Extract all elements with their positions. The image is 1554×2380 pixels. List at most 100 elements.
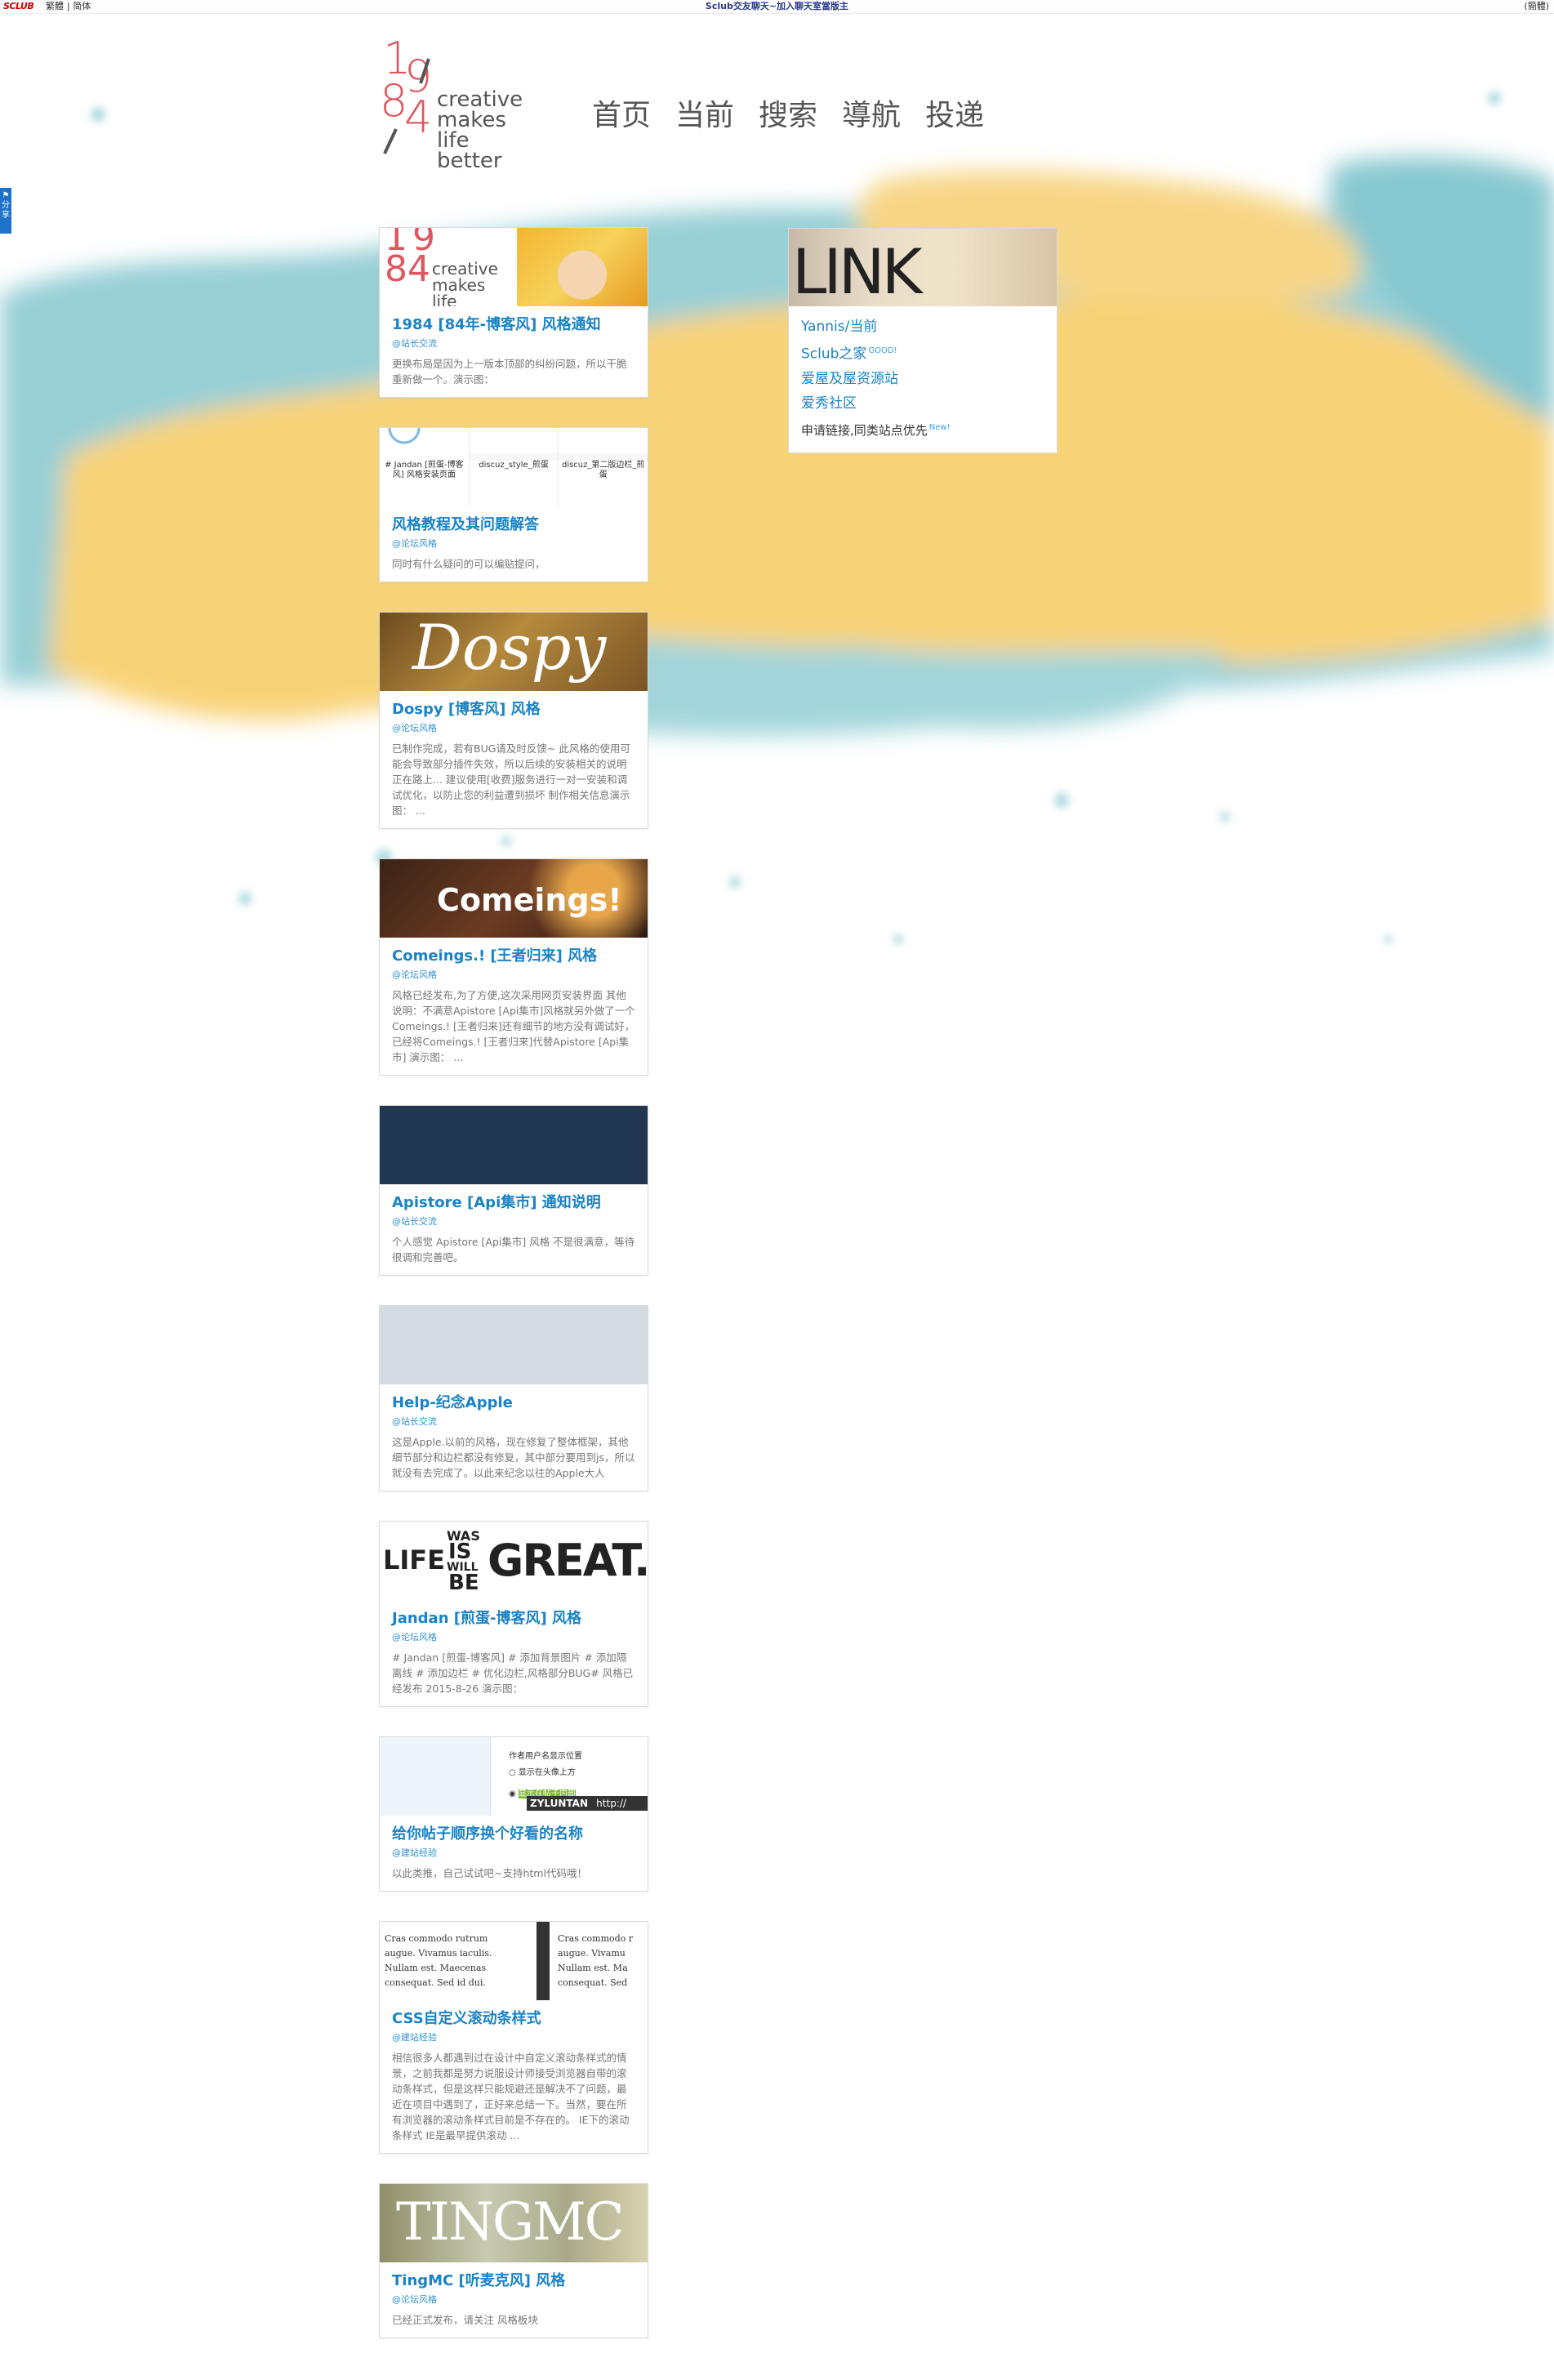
post-category[interactable]: @论坛风格: [392, 721, 635, 734]
thumb-tagline: creative: [432, 259, 498, 279]
post-card[interactable]: 19 84 creative makes life 1984 [84年-博客风]…: [379, 227, 648, 398]
post-thumbnail: TINGMC: [380, 2184, 648, 2262]
post-excerpt: 个人感觉 Apistore [Api集市] 风格 不是很满意，等待很调和完善吧。: [392, 1236, 635, 1264]
friend-link-item[interactable]: 爱屋及屋资源站: [801, 367, 1044, 391]
watermark-text: http://: [596, 1798, 626, 1809]
gallery-spinner-icon: [388, 428, 421, 444]
post-thumbnail: Cras commodo rutrum augue. Vivamus iacul…: [380, 1922, 648, 2000]
friend-link-item[interactable]: Sclub之家 GOOD!: [801, 339, 1044, 367]
post-excerpt: 更换布局是因为上一版本顶部的纠纷问题，所以干脆重新做一个。演示图：: [392, 358, 627, 386]
radio-icon: ◉: [509, 1789, 516, 1798]
links-banner: LINK: [789, 229, 1057, 306]
post-excerpt: # Jandan [煎蛋-博客风] # 添加背景图片 # 添加隔离线 # 添加边…: [392, 1651, 634, 1695]
watermark-text: ZYLUNTAN: [530, 1798, 588, 1809]
site-logo[interactable]: 1 9 8 4 creative makes life better: [380, 33, 527, 180]
thumb-tagline: life: [432, 292, 457, 306]
post-title[interactable]: 给你帖子顺序换个好看的名称: [392, 1825, 635, 1843]
post-thumbnail: Comeings!: [380, 859, 648, 938]
gallery-item: discuz_第二版边栏_煎蛋: [559, 428, 648, 506]
post-excerpt: 风格已经发布,为了方便,这次采用网页安装界面 其他说明：不满意Apistore …: [392, 989, 635, 1063]
nav-navigate[interactable]: 導航: [842, 91, 901, 134]
post-category[interactable]: @站长交流: [392, 1215, 635, 1228]
thumb-word: BE: [448, 1571, 479, 1595]
friend-link-item[interactable]: 爱秀社区: [801, 391, 1044, 416]
custom-scrollbar: [537, 1922, 550, 2000]
post-excerpt: 已制作完成，若有BUG请及时反馈~ 此风格的使用可能会导致部分插件失效，所以后续…: [392, 742, 630, 817]
gallery-caption: # Jandan [煎蛋-博客风] 风格安装页面: [385, 461, 464, 479]
post-category[interactable]: @建站经验: [392, 1846, 635, 1859]
main-nav: 首页 当前 搜索 導航 投递: [592, 91, 984, 134]
post-title[interactable]: Comeings.! [王者归来] 风格: [392, 947, 635, 965]
friend-link-label[interactable]: 爱秀社区: [801, 395, 857, 412]
friend-link-item[interactable]: Yannis/当前: [801, 314, 1044, 339]
post-card[interactable]: Apistore [Api集市] 通知说明 @站长交流 个人感觉 Apistor…: [379, 1105, 648, 1276]
settings-heading: 作者用户名显示位置: [509, 1752, 582, 1761]
code-line: Cras commodo r: [558, 1933, 634, 1944]
settings-option: 显示在头像上方: [518, 1768, 576, 1777]
friend-link-label[interactable]: Sclub之家: [801, 346, 866, 363]
post-category[interactable]: @站长交流: [392, 1415, 635, 1428]
post-thumbnail: Dospy: [380, 613, 648, 691]
post-category[interactable]: @建站经验: [392, 2030, 635, 2044]
post-category[interactable]: @论坛风格: [392, 1630, 635, 1643]
post-card[interactable]: Cras commodo rutrum augue. Vivamus iacul…: [379, 1921, 648, 2154]
post-title[interactable]: CSS自定义滚动条样式: [392, 2010, 635, 2028]
nav-home[interactable]: 首页: [592, 91, 651, 134]
thumb-digit: 4: [407, 248, 430, 290]
friend-link-label[interactable]: Yannis/当前: [801, 319, 877, 335]
code-line: consequat. Sed id dui.: [385, 1977, 486, 1988]
nav-submit[interactable]: 投递: [925, 91, 984, 134]
post-title[interactable]: Dospy [博客风] 风格: [392, 701, 635, 719]
thumb-tagline: makes: [432, 275, 486, 295]
post-category[interactable]: @论坛风格: [392, 2293, 635, 2306]
post-category[interactable]: @论坛风格: [392, 968, 635, 981]
gallery-item: discuz_style_煎蛋: [469, 428, 559, 506]
post-title[interactable]: Apistore [Api集市] 通知说明: [392, 1194, 635, 1212]
post-title[interactable]: 风格教程及其问题解答: [392, 516, 635, 534]
gallery-caption: discuz_第二版边栏_煎蛋: [561, 461, 645, 479]
post-card[interactable]: # Jandan [煎蛋-博客风] 风格安装页面 discuz_style_煎蛋…: [379, 427, 648, 582]
thumb-digit: 8: [385, 248, 407, 290]
post-title[interactable]: Jandan [煎蛋-博客风] 风格: [392, 1610, 635, 1628]
thumb-word: LIFE: [383, 1544, 446, 1576]
code-line: Nullam est. Ma: [558, 1963, 628, 1973]
post-card[interactable]: 作者用户名显示位置 ○ 显示在头像上方 ◉ 显示在帖子内部 ZYLUNTAN h…: [379, 1736, 648, 1892]
code-line: augue. Vivamu: [558, 1948, 626, 1959]
post-thumbnail: # Jandan [煎蛋-博客风] 风格安装页面 discuz_style_煎蛋…: [380, 428, 648, 506]
post-card[interactable]: Help-纪念Apple @站长交流 这是Apple.以前的风格，现在修复了整体…: [379, 1305, 648, 1491]
post-card[interactable]: LIFE WAS IS WILL BE GREAT. Jandan [煎蛋-博客…: [379, 1521, 648, 1707]
new-badge: New!: [928, 422, 951, 432]
apply-link-note[interactable]: 申请链接,同类站点优先 New!: [801, 416, 1044, 443]
post-title[interactable]: Help-纪念Apple: [392, 1394, 635, 1412]
apply-link-text[interactable]: 申请链接,同类站点优先: [801, 423, 928, 438]
code-line: augue. Vivamus iaculis.: [385, 1948, 492, 1959]
post-category[interactable]: @论坛风格: [392, 537, 635, 550]
code-line: Cras commodo rutrum: [385, 1933, 488, 1944]
links-banner-text: LINK: [792, 235, 922, 306]
post-title[interactable]: 1984 [84年-博客风] 风格通知: [392, 316, 635, 334]
friend-link-label[interactable]: 爱屋及屋资源站: [801, 371, 898, 387]
radio-icon: ○: [509, 1768, 516, 1777]
nav-current[interactable]: 当前: [675, 91, 734, 134]
nav-search[interactable]: 搜索: [759, 91, 817, 134]
post-excerpt: 这是Apple.以前的风格，现在修复了整体框架，其他细节部分和边栏都没有修复，其…: [392, 1436, 635, 1479]
anime-character-image: [517, 228, 648, 306]
thumb-logo-text: Dospy: [412, 613, 607, 684]
thumb-logo-text: Comeings!: [437, 882, 622, 918]
good-badge: GOOD!: [868, 346, 897, 355]
thumb-logo-text: TINGMC: [396, 2192, 625, 2253]
post-thumbnail: LIFE WAS IS WILL BE GREAT.: [380, 1522, 648, 1600]
gallery-caption: discuz_style_煎蛋: [479, 461, 549, 470]
post-list: 19 84 creative makes life 1984 [84年-博客风]…: [379, 227, 648, 2338]
post-excerpt: 同时有什么疑问的可以编贴提问，: [392, 558, 545, 570]
post-card[interactable]: TINGMC TingMC [听麦克风] 风格 @论坛风格 已经正式发布，请关注…: [379, 2183, 648, 2338]
post-thumbnail: 作者用户名显示位置 ○ 显示在头像上方 ◉ 显示在帖子内部 ZYLUNTAN h…: [380, 1737, 648, 1816]
post-title[interactable]: TingMC [听麦克风] 风格: [392, 2272, 635, 2290]
post-thumbnail: 19 84 creative makes life: [380, 228, 648, 306]
code-line: consequat. Sed: [558, 1977, 628, 1988]
post-category[interactable]: @站长交流: [392, 336, 635, 350]
post-card[interactable]: Comeings! Comeings.! [王者归来] 风格 @论坛风格 风格已…: [379, 858, 648, 1076]
friend-links-list: Yannis/当前 Sclub之家 GOOD! 爱屋及屋资源站 爱秀社区 申请链接…: [789, 306, 1057, 452]
post-excerpt: 以此类推，自己试试吧~支持html代码哦！: [392, 1867, 587, 1879]
post-card[interactable]: Dospy Dospy [博客风] 风格 @论坛风格 已制作完成，若有BUG请及…: [379, 612, 648, 829]
